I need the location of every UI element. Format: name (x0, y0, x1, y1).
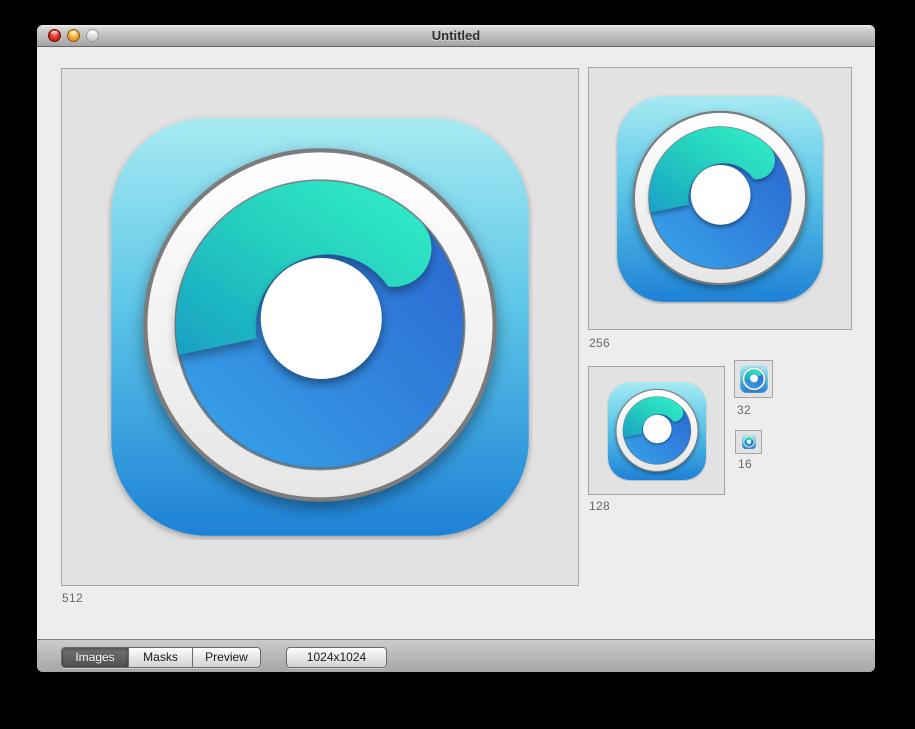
desktop-background: { "window": { "title": "Untitled" }, "tr… (0, 0, 915, 729)
app-icon-16 (742, 435, 756, 449)
size-label-256: 256 (589, 336, 610, 350)
app-icon-128 (607, 381, 707, 481)
app-icon-256 (615, 94, 825, 304)
preview-box-16[interactable] (735, 430, 762, 454)
preview-box-32[interactable] (734, 360, 773, 398)
size-1024-button[interactable]: 1024x1024 (286, 647, 387, 668)
tab-masks[interactable]: Masks (128, 648, 192, 667)
view-segmented-control: Images Masks Preview (61, 647, 261, 668)
app-icon-32 (740, 365, 768, 393)
preview-box-128[interactable] (588, 366, 725, 495)
bottom-toolbar: Images Masks Preview 1024x1024 (37, 639, 875, 672)
size-label-32: 32 (737, 403, 751, 417)
size-label-16: 16 (738, 457, 752, 471)
size-label-512: 512 (62, 591, 83, 605)
preview-box-512[interactable] (61, 68, 579, 586)
preview-box-256[interactable] (588, 67, 852, 330)
app-icon-512 (107, 114, 533, 540)
size-label-128: 128 (589, 499, 610, 513)
titlebar[interactable]: Untitled (37, 25, 875, 47)
window-title: Untitled (37, 25, 875, 46)
tab-preview[interactable]: Preview (192, 648, 260, 667)
tab-images[interactable]: Images (62, 648, 128, 667)
app-window: Untitled 512 256 128 32 16 Images Masks … (37, 25, 875, 672)
content-area: 512 256 128 32 16 (37, 47, 875, 639)
